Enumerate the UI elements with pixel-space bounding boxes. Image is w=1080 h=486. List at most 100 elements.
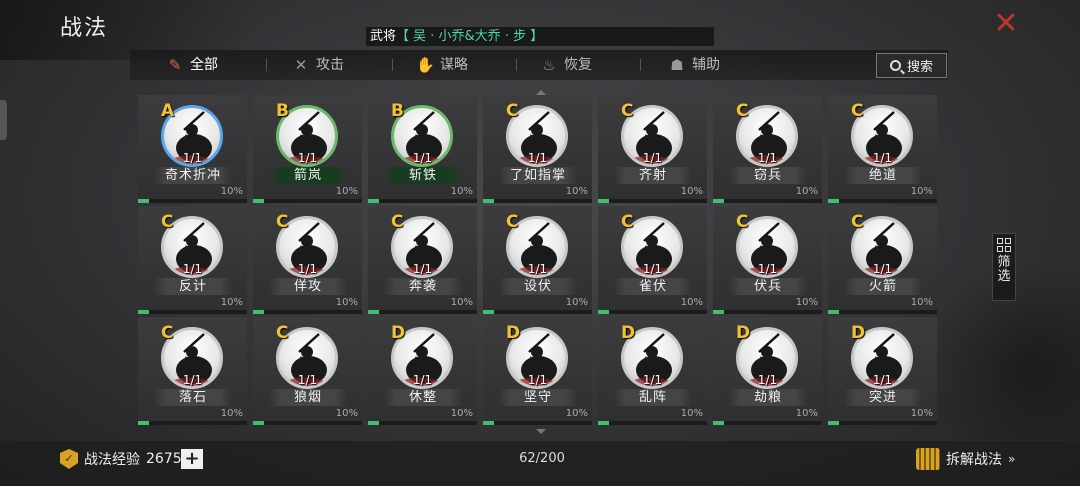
filter-label: 筛选 <box>997 255 1011 284</box>
skill-name: 绝道 <box>844 167 922 184</box>
skill-grade: C <box>851 212 864 232</box>
skill-count: 1/1 <box>757 373 778 387</box>
filter-button[interactable]: 筛选 <box>992 233 1016 301</box>
pot-icon: ♨ <box>542 56 556 74</box>
close-button[interactable]: ✕ <box>992 9 1020 39</box>
tab-2[interactable]: ✋ 谋略 <box>416 50 468 80</box>
skill-card[interactable]: C 1/1 火箭 10% <box>828 206 937 314</box>
double-chevron-right-icon: » <box>1008 452 1016 466</box>
skill-progress-percent: 10% <box>450 186 473 197</box>
skill-progress-bar <box>138 199 247 203</box>
tab-label: 全部 <box>190 57 218 73</box>
skill-card[interactable]: D 1/1 劫粮 10% <box>713 317 822 425</box>
skill-card[interactable]: C 1/1 伏兵 10% <box>713 206 822 314</box>
decompose-label: 拆解战法 <box>946 452 1002 468</box>
skill-card[interactable]: C 1/1 狼烟 10% <box>253 317 362 425</box>
hero-prefix: 武将 <box>370 29 397 44</box>
skill-progress-bar <box>368 199 477 203</box>
skill-progress-percent: 10% <box>910 408 933 419</box>
skill-progress-fill <box>598 199 609 203</box>
skill-progress-percent: 10% <box>910 186 933 197</box>
skill-name: 坚守 <box>499 389 577 406</box>
skill-progress-bar <box>483 421 592 425</box>
skill-card[interactable]: D 1/1 乱阵 10% <box>598 317 707 425</box>
skill-progress-percent: 10% <box>335 408 358 419</box>
skill-grade: B <box>391 101 404 121</box>
skill-card[interactable]: A 1/1 奇术折冲 10% <box>138 95 247 203</box>
skill-card[interactable]: D 1/1 休整 10% <box>368 317 477 425</box>
skill-card[interactable]: B 1/1 箭岚 10% <box>253 95 362 203</box>
skill-capacity: 62/200 <box>519 451 565 466</box>
skill-exp: ✓ 战法经验 2675 <box>60 449 182 469</box>
tab-divider <box>640 59 641 71</box>
skill-card[interactable]: D 1/1 突进 10% <box>828 317 937 425</box>
skill-card[interactable]: D 1/1 坚守 10% <box>483 317 592 425</box>
tab-divider <box>266 59 267 71</box>
skill-name: 突进 <box>844 389 922 406</box>
skill-card[interactable]: C 1/1 齐射 10% <box>598 95 707 203</box>
skill-card[interactable]: C 1/1 绝道 10% <box>828 95 937 203</box>
skill-progress-fill <box>368 199 379 203</box>
skill-progress-bar <box>253 421 362 425</box>
tab-0[interactable]: ✎ 全部 <box>166 50 218 80</box>
skill-progress-bar <box>253 310 362 314</box>
skill-grade: C <box>506 212 519 232</box>
decompose-skill-button[interactable]: 拆解战法 » <box>916 448 1015 470</box>
skill-progress-bar <box>713 421 822 425</box>
skill-progress-bar <box>828 421 937 425</box>
skill-count: 1/1 <box>757 262 778 276</box>
skill-card[interactable]: C 1/1 设伏 10% <box>483 206 592 314</box>
skill-progress-percent: 10% <box>450 408 473 419</box>
skill-name: 雀伏 <box>614 278 692 295</box>
skill-name: 了如指掌 <box>499 167 577 184</box>
skill-card[interactable]: B 1/1 斩铁 10% <box>368 95 477 203</box>
skill-progress-bar <box>483 199 592 203</box>
skill-progress-bar <box>138 310 247 314</box>
skill-progress-percent: 10% <box>565 186 588 197</box>
skill-count: 1/1 <box>297 373 318 387</box>
skill-grade: C <box>736 212 749 232</box>
tab-3[interactable]: ♨ 恢复 <box>540 50 592 80</box>
skill-count: 1/1 <box>412 262 433 276</box>
skill-card[interactable]: C 1/1 落石 10% <box>138 317 247 425</box>
skill-count: 1/1 <box>412 373 433 387</box>
skill-card[interactable]: C 1/1 窃兵 10% <box>713 95 822 203</box>
add-exp-button[interactable]: + <box>181 449 203 469</box>
skill-name: 狼烟 <box>269 389 347 406</box>
exp-badge-icon: ✓ <box>60 449 78 469</box>
exp-value: 2675 <box>146 451 182 467</box>
skill-name: 齐射 <box>614 167 692 184</box>
skill-card[interactable]: C 1/1 反计 10% <box>138 206 247 314</box>
tab-4[interactable]: ☗ 辅助 <box>668 50 720 80</box>
skill-name: 反计 <box>154 278 232 295</box>
skill-card[interactable]: C 1/1 雀伏 10% <box>598 206 707 314</box>
skill-count: 1/1 <box>642 151 663 165</box>
skill-count: 1/1 <box>872 151 893 165</box>
scroll-icon: ✎ <box>168 56 182 74</box>
skill-count: 1/1 <box>757 151 778 165</box>
skill-card[interactable]: C 1/1 奔袭 10% <box>368 206 477 314</box>
skill-progress-fill <box>598 310 609 314</box>
skill-name: 劫粮 <box>729 389 807 406</box>
skill-card[interactable]: C 1/1 了如指掌 10% <box>483 95 592 203</box>
skill-count: 1/1 <box>297 151 318 165</box>
skill-progress-percent: 10% <box>220 297 243 308</box>
skill-name: 斩铁 <box>384 167 462 184</box>
search-button[interactable]: 搜索 <box>876 53 947 78</box>
skill-progress-percent: 10% <box>680 408 703 419</box>
skill-grade: C <box>736 101 749 121</box>
skill-progress-fill <box>713 310 724 314</box>
skill-grade: C <box>161 323 174 343</box>
exp-label: 战法经验 <box>84 452 140 468</box>
hero-name: 【 吴 · 小乔&大乔 · 步 】 <box>396 29 544 44</box>
skill-progress-bar <box>598 310 707 314</box>
skill-name: 奔袭 <box>384 278 462 295</box>
skill-progress-percent: 10% <box>220 408 243 419</box>
skill-card[interactable]: C 1/1 佯攻 10% <box>253 206 362 314</box>
bag-icon: ☗ <box>670 56 684 74</box>
skill-progress-bar <box>713 199 822 203</box>
skill-progress-fill <box>483 199 494 203</box>
side-drawer-handle[interactable] <box>0 100 7 140</box>
filter-icon <box>997 238 1011 252</box>
tab-1[interactable]: ✕ 攻击 <box>292 50 344 80</box>
